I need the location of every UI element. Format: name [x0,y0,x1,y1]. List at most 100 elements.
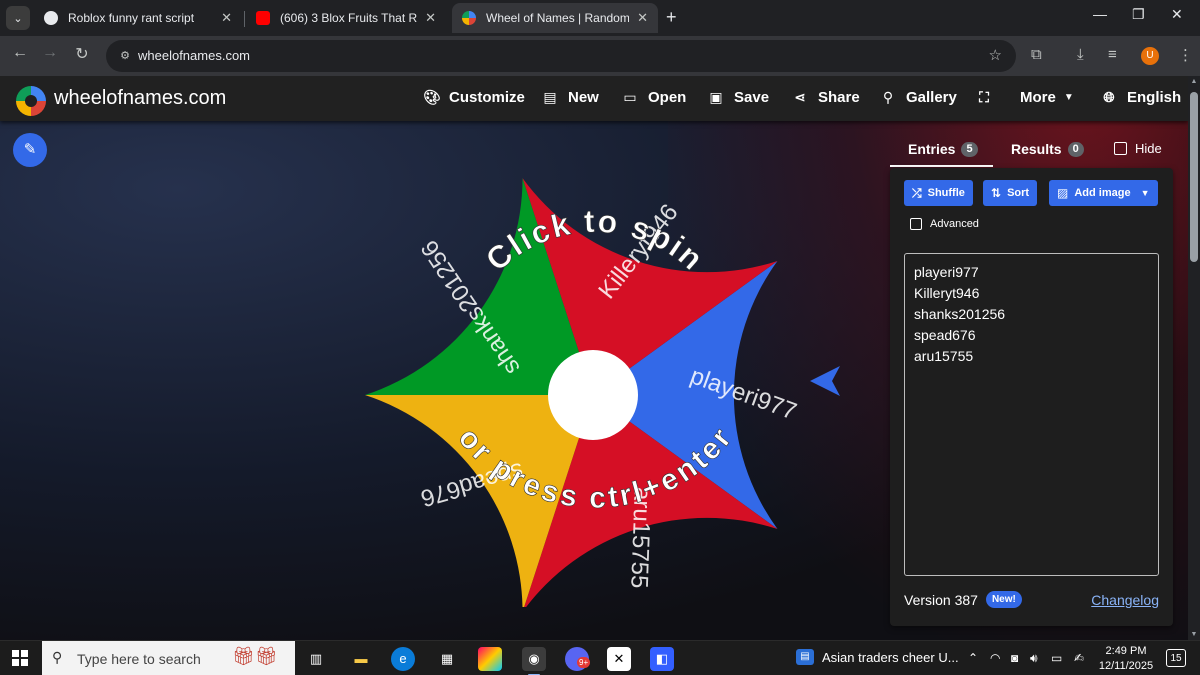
palette-icon: 🎨︎ [423,89,441,105]
hide-checkbox[interactable]: Hide [1114,141,1162,156]
tab-results[interactable]: Results 0 [1011,141,1084,157]
extensions-icon[interactable]: ⧉ [1031,46,1042,63]
wheel-logo-icon[interactable] [16,86,46,116]
microsoft-store-icon[interactable]: ▦ [435,647,459,671]
file-explorer-icon[interactable]: ▬ [349,647,373,671]
menu-kebab-icon[interactable]: ⋮ [1178,46,1193,64]
meet-icon[interactable]: ◙ [1011,651,1018,665]
wheel[interactable]: playeri977 Killeryt946 shanks201256 spead67… [360,137,830,607]
advanced-checkbox[interactable]: Advanced [910,218,979,230]
task-view-icon[interactable]: ▥ [304,647,328,671]
open-label: Open [648,89,687,106]
more-menu-button[interactable]: More ▼ [1020,89,1074,106]
clock-date: 12/11/2025 [1098,660,1154,672]
active-tab-indicator [890,165,993,167]
gallery-button[interactable]: ⚲ Gallery [880,89,957,106]
image-icon: ▨ [1057,186,1069,200]
network-icon[interactable]: ◠ [990,651,1000,665]
advanced-label: Advanced [930,218,979,230]
close-window-icon[interactable]: ✕ [1171,6,1183,23]
share-label: Share [818,89,860,106]
chrome-taskbar-icon[interactable]: ◉ [522,647,546,675]
browser-toolbar: ← → ↻ ⚙ wheelofnames.com ☆ ⧉ ⤓ ≡ U ⋮ [0,36,1200,76]
tab-title: Roblox funny rant script [68,11,195,25]
download-icon[interactable]: ⤓ [1077,46,1084,63]
shuffle-icon: ⤮ [912,185,922,200]
discord-icon[interactable]: 9+ [565,647,591,671]
entry-line: Killeryt946 [914,285,980,301]
sort-button[interactable]: ⇅ Sort [983,180,1038,206]
pen-icon[interactable]: ✍︎ [1074,651,1084,665]
page-scrollbar[interactable]: ▲ ▼ [1188,76,1200,640]
media-control-icon[interactable]: ≡ [1108,46,1117,63]
taskbar-search-box[interactable]: ⚲ Type here to search 🎁︎🎁︎ [42,641,295,675]
youtube-favicon-icon [256,11,270,25]
url-text: wheelofnames.com [138,48,250,63]
capcut-icon[interactable]: ✕ [607,647,631,671]
fullscreen-button[interactable]: ⛶ [976,89,1002,106]
changelog-link[interactable]: Changelog [1091,592,1159,608]
entries-count-badge: 5 [961,141,978,157]
tray-overflow-icon[interactable]: ⌃ [968,651,978,665]
chatgpt-favicon-icon [44,11,58,25]
notification-center-icon[interactable]: 15 [1166,649,1186,667]
caret-down-icon: ▼ [1063,92,1074,103]
more-label: More [1020,89,1056,106]
save-button[interactable]: ▣ Save [708,89,769,106]
back-icon[interactable]: ← [8,44,32,62]
open-button[interactable]: ▭ Open [622,89,686,106]
language-button[interactable]: 🌐︎ English [1101,89,1181,106]
entry-line: spead676 [914,327,976,343]
add-image-button[interactable]: ▨ Add image ▼ [1049,180,1158,206]
customize-button[interactable]: 🎨︎ Customize [423,89,525,106]
scroll-down-icon[interactable]: ▼ [1188,631,1200,638]
edge-browser-icon[interactable]: e [391,647,415,671]
shuffle-button[interactable]: ⤮ Shuffle [904,180,973,206]
edit-title-button[interactable]: ✎ [13,133,47,167]
wheel-center-hub[interactable] [548,350,638,440]
chevron-down-icon: ⌄ [13,12,23,25]
scroll-thumb[interactable] [1190,92,1198,262]
news-widget[interactable]: ▤ Asian traders cheer U... [796,649,959,665]
close-tab-icon[interactable]: ✕ [221,10,232,26]
news-icon: ▤ [796,649,814,665]
new-tab-button[interactable]: + [666,7,677,28]
entries-textarea[interactable]: playeri977 Killeryt946 shanks201256 spea… [904,253,1159,576]
entry-line: aru15755 [914,348,974,364]
close-tab-icon[interactable]: ✕ [425,10,436,26]
profile-avatar[interactable]: U [1141,47,1159,65]
entry-line: playeri977 [914,264,979,280]
minimize-icon[interactable]: — [1093,6,1107,22]
site-logo-text[interactable]: wheelofnames.com [54,87,226,110]
tab-title: (606) 3 Blox Fruits That RUIN EV [280,11,418,25]
copilot-icon[interactable] [478,647,502,671]
tab-search-button[interactable]: ⌄ [6,6,30,30]
entry-line: shanks201256 [914,306,1006,322]
tab-results-label: Results [1011,141,1062,157]
wheel-graphic[interactable]: playeri977Killeryt946shanks201256spead67… [360,137,830,607]
close-tab-icon[interactable]: ✕ [637,10,648,26]
new-button[interactable]: ▤ New [542,89,598,106]
site-info-icon[interactable]: ⚙ [116,47,134,65]
browser-tab-active[interactable]: Wheel of Names | Random nam ✕ [452,3,658,33]
restore-icon[interactable]: ❐ [1132,6,1145,23]
roblox-icon[interactable]: ◧ [650,647,674,671]
scroll-up-icon[interactable]: ▲ [1188,78,1200,85]
forward-icon[interactable]: → [38,44,62,62]
address-bar[interactable]: ⚙ wheelofnames.com ☆ [106,40,1016,72]
search-placeholder: Type here to search [77,651,201,667]
browser-tab[interactable]: Roblox funny rant script ✕ [34,3,242,33]
version-text: Version 387 [904,591,978,608]
bookmark-star-icon[interactable]: ☆ [989,46,1002,64]
globe-icon: 🌐︎ [1103,89,1115,105]
browser-tab[interactable]: (606) 3 Blox Fruits That RUIN EV ✕ [246,3,446,33]
share-button[interactable]: ⋖ Share [792,89,860,106]
language-label: English [1127,89,1182,106]
tab-entries[interactable]: Entries 5 [908,141,978,157]
system-clock[interactable]: 2:49 PM 12/11/2025 [1098,644,1154,674]
volume-icon[interactable]: 🔊︎ [1030,651,1038,666]
battery-icon[interactable]: ▭ [1051,651,1062,665]
caret-down-icon: ▼ [1140,188,1150,198]
reload-icon[interactable]: ↻ [70,44,94,64]
windows-start-icon[interactable] [12,650,28,666]
